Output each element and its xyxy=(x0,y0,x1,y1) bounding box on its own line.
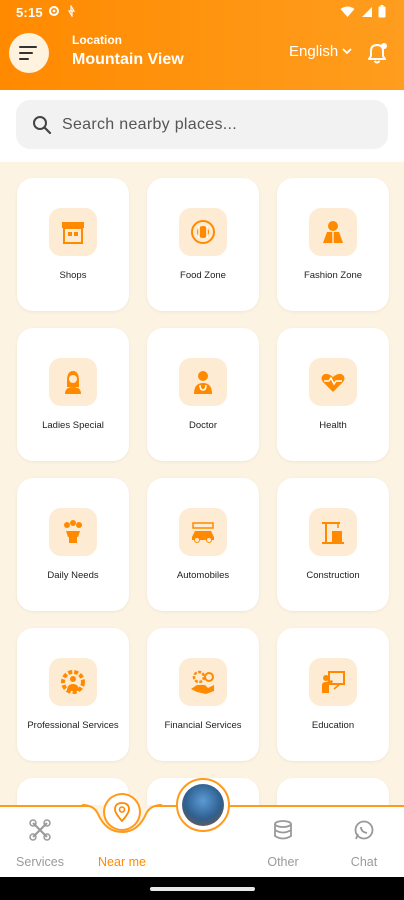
construction-icon xyxy=(322,522,344,544)
location-value[interactable]: Mountain View xyxy=(72,51,184,69)
battery-saver-status-icon xyxy=(67,5,76,17)
category-label: Financial Services xyxy=(164,720,242,731)
nav-other[interactable]: Other xyxy=(243,817,323,869)
category-label: Automobiles xyxy=(176,570,230,581)
category-card-health[interactable]: Health xyxy=(277,328,389,461)
category-card-fashion-zone[interactable]: Fashion Zone xyxy=(277,178,389,311)
health-icon xyxy=(321,373,345,392)
app-screen: 5:15 Location Mountain View English Sear… xyxy=(0,0,404,900)
daily-needs-icon xyxy=(64,520,82,543)
near-me-button[interactable] xyxy=(105,795,139,829)
financial-icon xyxy=(191,670,214,694)
fashion-icon xyxy=(323,221,343,243)
database-icon xyxy=(274,820,292,840)
nav-services-label: Services xyxy=(16,855,64,869)
signal-icon xyxy=(362,6,372,17)
battery-icon xyxy=(378,5,386,18)
category-label: Food Zone xyxy=(180,270,226,281)
category-card-education[interactable]: Education xyxy=(277,628,389,761)
category-card-automobiles[interactable]: Automobiles xyxy=(147,478,259,611)
search-placeholder: Search nearby places... xyxy=(62,115,237,133)
app-header: 5:15 Location Mountain View English xyxy=(0,0,404,90)
hamburger-icon xyxy=(19,46,37,60)
menu-button[interactable] xyxy=(9,33,49,73)
nav-services[interactable]: Services xyxy=(0,817,80,869)
ladies-icon xyxy=(65,371,81,394)
location-label: Location xyxy=(72,33,122,47)
center-logo-button[interactable] xyxy=(176,778,230,832)
doctor-icon xyxy=(194,371,212,394)
category-card-daily-needs[interactable]: Daily Needs xyxy=(17,478,129,611)
category-card-ladies-special[interactable]: Ladies Special xyxy=(17,328,129,461)
search-section: Search nearby places... xyxy=(0,90,404,162)
nav-near-me-label: Near me xyxy=(98,855,146,869)
category-card-doctor[interactable]: Doctor xyxy=(147,328,259,461)
category-label: Ladies Special xyxy=(42,420,104,431)
food-icon xyxy=(191,220,215,244)
category-card-financial-services[interactable]: Financial Services xyxy=(147,628,259,761)
category-label: Health xyxy=(319,420,347,431)
category-label: Professional Services xyxy=(27,720,119,731)
services-icon xyxy=(29,819,51,841)
notification-button[interactable] xyxy=(364,40,390,71)
bell-icon xyxy=(368,43,387,64)
category-card-construction[interactable]: Construction xyxy=(277,478,389,611)
system-nav-bar xyxy=(0,877,404,900)
category-label: Fashion Zone xyxy=(303,270,363,281)
search-input[interactable]: Search nearby places... xyxy=(16,100,388,149)
category-label: Education xyxy=(311,720,355,731)
category-label: Construction xyxy=(306,570,360,581)
chat-icon xyxy=(354,820,374,840)
status-time: 5:15 xyxy=(16,5,43,20)
education-icon xyxy=(322,671,345,693)
status-bar: 5:15 xyxy=(0,0,404,26)
category-card-shops[interactable]: Shops xyxy=(17,178,129,311)
shop-icon xyxy=(62,222,84,244)
location-pin-icon xyxy=(114,802,130,822)
wifi-icon xyxy=(340,6,355,17)
app-logo-icon xyxy=(182,784,224,826)
language-label: English xyxy=(289,43,339,60)
nav-other-label: Other xyxy=(267,855,299,869)
category-label: Daily Needs xyxy=(47,570,99,581)
nav-chat[interactable]: Chat xyxy=(324,817,404,869)
chevron-down-icon xyxy=(342,48,352,55)
category-label: Doctor xyxy=(189,420,217,431)
gesture-handle[interactable] xyxy=(150,887,255,891)
search-icon xyxy=(33,115,52,134)
category-label: Shops xyxy=(59,270,87,281)
automobile-icon xyxy=(192,522,214,543)
professional-icon xyxy=(61,670,85,694)
category-card-food-zone[interactable]: Food Zone xyxy=(147,178,259,311)
nav-chat-label: Chat xyxy=(350,855,378,869)
language-selector[interactable]: English xyxy=(289,43,352,60)
settings-status-icon xyxy=(49,6,59,16)
category-card-professional-services[interactable]: Professional Services xyxy=(17,628,129,761)
